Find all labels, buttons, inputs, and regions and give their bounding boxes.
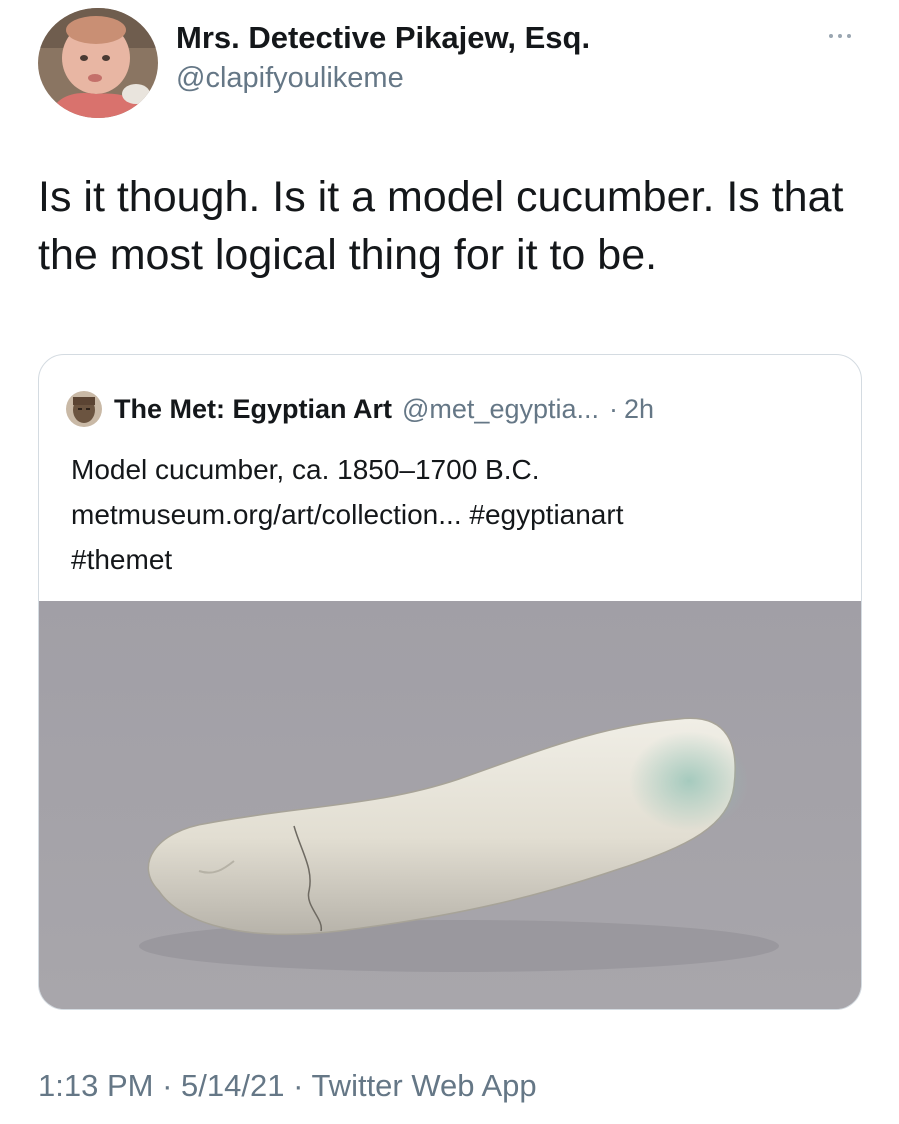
quoted-tweet-time: 2h (624, 393, 655, 424)
tweet-source[interactable]: Twitter Web App (311, 1068, 536, 1103)
quoted-text-line: #themet (71, 544, 173, 575)
tweet-date[interactable]: 5/14/21 (181, 1068, 284, 1103)
meta-separator: · (284, 1068, 312, 1103)
quoted-text-line: Model cucumber, ca. 1850–1700 B.C. (71, 454, 540, 485)
avatar-image (38, 8, 158, 118)
quoted-avatar-image (66, 391, 102, 427)
more-horizontal-icon (829, 34, 833, 38)
quoted-author-handle: @met_egyptia... (402, 393, 600, 424)
tweet-meta: 1:13 PM · 5/14/21 · Twitter Web App (38, 1068, 537, 1104)
quoted-tweet-text: Model cucumber, ca. 1850–1700 B.C. metmu… (71, 447, 841, 582)
quoted-tweet-card[interactable]: The Met: Egyptian Art @met_egyptia... · … (38, 354, 862, 1010)
tweet-time[interactable]: 1:13 PM (38, 1068, 153, 1103)
quoted-author-avatar (66, 391, 102, 427)
author-display-name[interactable]: Mrs. Detective Pikajew, Esq. (176, 20, 590, 56)
quoted-tweet-image[interactable] (39, 601, 861, 1009)
quoted-author-name: The Met: Egyptian Art (114, 393, 393, 424)
tweet-text: Is it though. Is it a model cucumber. Is… (38, 173, 844, 279)
quoted-separator: · (609, 393, 619, 424)
more-dot (847, 34, 851, 38)
author-handle[interactable]: @clapifyoulikeme (176, 62, 404, 95)
quoted-tweet-header: The Met: Egyptian Art @met_egyptia... · … (66, 391, 654, 427)
more-dot (838, 34, 842, 38)
model-cucumber-image (39, 601, 861, 1009)
more-options-button[interactable] (818, 22, 862, 50)
quoted-text-line: metmuseum.org/art/collection... #egyptia… (71, 499, 624, 530)
author-avatar[interactable] (38, 8, 158, 118)
meta-separator: · (153, 1068, 182, 1103)
